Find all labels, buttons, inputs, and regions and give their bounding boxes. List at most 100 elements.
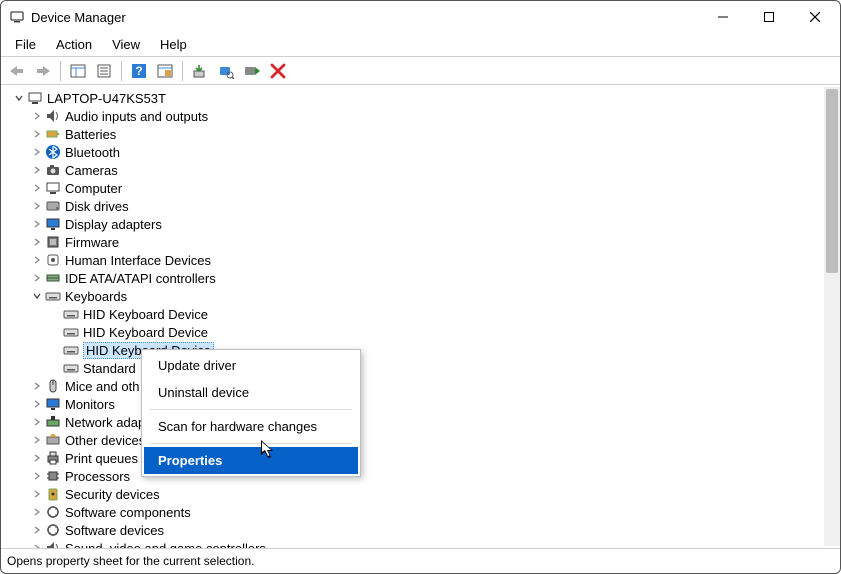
context-menu-item[interactable]: Scan for hardware changes (144, 413, 358, 440)
collapse-icon[interactable] (11, 94, 27, 102)
tree-node[interactable]: Keyboards (11, 287, 832, 305)
tree-root-label: LAPTOP-U47KS53T (47, 91, 166, 106)
tree-node[interactable]: Mice and oth (11, 377, 832, 395)
expand-icon[interactable] (29, 400, 45, 408)
svg-text:?: ? (135, 64, 142, 78)
tree-leaf[interactable]: HID Keyboard Device (11, 305, 832, 323)
update-driver-toolbar-button[interactable] (188, 59, 212, 83)
keyboard-icon (63, 306, 79, 322)
tree-root[interactable]: LAPTOP-U47KS53T (11, 89, 832, 107)
expand-icon[interactable] (29, 130, 45, 138)
tree-node[interactable]: Audio inputs and outputs (11, 107, 832, 125)
printer-icon (45, 450, 61, 466)
expand-icon[interactable] (29, 274, 45, 282)
tree-node-label: IDE ATA/ATAPI controllers (65, 271, 216, 286)
tree-node[interactable]: Human Interface Devices (11, 251, 832, 269)
menu-file[interactable]: File (5, 34, 46, 55)
expand-icon[interactable] (29, 148, 45, 156)
tree-node[interactable]: Computer (11, 179, 832, 197)
expand-icon[interactable] (29, 472, 45, 480)
expand-icon[interactable] (29, 382, 45, 390)
tree-node[interactable]: Software components (11, 503, 832, 521)
tree-node-label: Cameras (65, 163, 118, 178)
menu-view[interactable]: View (102, 34, 150, 55)
action-toolbar-button[interactable] (153, 59, 177, 83)
ide-icon (45, 270, 61, 286)
cpu-icon (45, 468, 61, 484)
tree-node[interactable]: Processors (11, 467, 832, 485)
tree-node[interactable]: Network adap (11, 413, 832, 431)
expand-icon[interactable] (29, 112, 45, 120)
tree-node-label: Computer (65, 181, 122, 196)
tree-node[interactable]: IDE ATA/ATAPI controllers (11, 269, 832, 287)
tree-node[interactable]: Display adapters (11, 215, 832, 233)
expand-icon[interactable] (29, 238, 45, 246)
display-icon (45, 216, 61, 232)
tree-node[interactable]: Print queues (11, 449, 832, 467)
audio-icon (45, 540, 61, 548)
expand-icon[interactable] (29, 436, 45, 444)
tree-node-label: Print queues (65, 451, 138, 466)
tree-node[interactable]: Monitors (11, 395, 832, 413)
tree-leaf[interactable]: HID Keyboard Device (11, 341, 832, 359)
context-menu-item[interactable]: Uninstall device (144, 379, 358, 406)
computer-icon (45, 180, 61, 196)
tree-node-label: Display adapters (65, 217, 162, 232)
menubar: File Action View Help (1, 33, 840, 57)
expand-icon[interactable] (29, 256, 45, 264)
tree-node[interactable]: Batteries (11, 125, 832, 143)
expand-icon[interactable] (29, 184, 45, 192)
tree-node-label: Sound, video and game controllers (65, 541, 266, 549)
properties-toolbar-button[interactable] (92, 59, 116, 83)
tree-leaf[interactable]: HID Keyboard Device (11, 323, 832, 341)
tree-node[interactable]: Sound, video and game controllers (11, 539, 832, 548)
tree-node-label: Mice and oth (65, 379, 139, 394)
tree-leaf-label: Standard (83, 361, 136, 376)
toolbar-separator (60, 61, 61, 81)
tree-node[interactable]: Disk drives (11, 197, 832, 215)
tree-node[interactable]: Software devices (11, 521, 832, 539)
expand-icon[interactable] (29, 508, 45, 516)
context-menu-item[interactable]: Properties (144, 447, 358, 474)
expand-icon[interactable] (29, 418, 45, 426)
expand-icon[interactable] (29, 202, 45, 210)
minimize-button[interactable] (700, 1, 746, 33)
help-toolbar-button[interactable]: ? (127, 59, 151, 83)
tree-node[interactable]: Bluetooth (11, 143, 832, 161)
scrollbar-thumb[interactable] (826, 89, 838, 273)
expand-icon[interactable] (29, 220, 45, 228)
tree-node-label: Batteries (65, 127, 116, 142)
keyboard-icon (63, 360, 79, 376)
menu-action[interactable]: Action (46, 34, 102, 55)
expand-icon[interactable] (29, 490, 45, 498)
context-menu-separator (150, 409, 352, 410)
tree-node[interactable]: Other devices (11, 431, 832, 449)
status-text: Opens property sheet for the current sel… (7, 554, 254, 568)
show-hide-console-button[interactable] (66, 59, 90, 83)
back-button[interactable] (5, 59, 29, 83)
expand-icon[interactable] (29, 544, 45, 548)
tree-node[interactable]: Security devices (11, 485, 832, 503)
vertical-scrollbar[interactable] (824, 87, 840, 546)
tree-leaf[interactable]: Standard (11, 359, 832, 377)
tree-node[interactable]: Firmware (11, 233, 832, 251)
uninstall-device-toolbar-button[interactable] (266, 59, 290, 83)
collapse-icon[interactable] (29, 292, 45, 300)
keyboard-icon (63, 324, 79, 340)
scan-hardware-toolbar-button[interactable] (214, 59, 238, 83)
tree-node-label: Bluetooth (65, 145, 120, 160)
tree-node[interactable]: Cameras (11, 161, 832, 179)
device-tree[interactable]: LAPTOP-U47KS53T Audio inputs and outputs… (7, 87, 834, 548)
menu-help[interactable]: Help (150, 34, 197, 55)
context-menu-item[interactable]: Update driver (144, 352, 358, 379)
toolbar-separator (121, 61, 122, 81)
security-icon (45, 486, 61, 502)
forward-button[interactable] (31, 59, 55, 83)
expand-icon[interactable] (29, 526, 45, 534)
expand-icon[interactable] (29, 166, 45, 174)
enable-device-toolbar-button[interactable] (240, 59, 264, 83)
maximize-button[interactable] (746, 1, 792, 33)
battery-icon (45, 126, 61, 142)
expand-icon[interactable] (29, 454, 45, 462)
close-button[interactable] (792, 1, 838, 33)
